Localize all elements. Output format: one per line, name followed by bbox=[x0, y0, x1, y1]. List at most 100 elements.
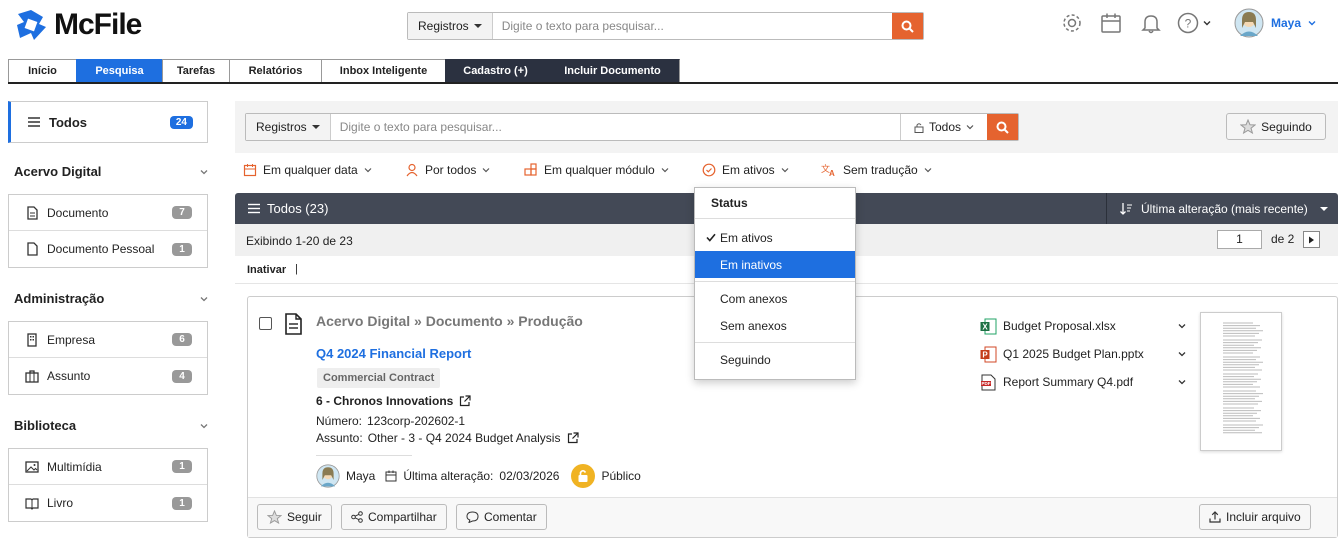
sidebar-item-assunto[interactable]: Assunto 4 bbox=[9, 358, 207, 394]
chevron-down-icon bbox=[200, 169, 208, 174]
add-file-button[interactable]: Incluir arquivo bbox=[1199, 504, 1311, 530]
section-biblioteca[interactable]: Biblioteca bbox=[14, 418, 208, 433]
dropdown-item-em-ativos[interactable]: Em ativos bbox=[695, 224, 855, 251]
filter-user-label: Por todos bbox=[425, 163, 477, 177]
brand-logo[interactable]: McFile bbox=[14, 8, 142, 42]
record-search-scope[interactable]: Registros bbox=[246, 114, 331, 140]
attachment-item[interactable]: P Q1 2025 Budget Plan.pptx bbox=[980, 340, 1186, 368]
filter-user[interactable]: Por todos bbox=[405, 163, 490, 177]
comment-icon bbox=[466, 511, 479, 523]
share-button[interactable]: Compartilhar bbox=[341, 504, 447, 530]
filter-status[interactable]: Em ativos bbox=[702, 163, 789, 177]
comment-label: Comentar bbox=[484, 510, 537, 524]
sidebar-item-livro[interactable]: Livro 1 bbox=[9, 485, 207, 521]
star-icon bbox=[267, 510, 282, 524]
record-company[interactable]: 6 - Chronos Innovations bbox=[316, 394, 471, 408]
modules-icon bbox=[524, 163, 537, 176]
inactivate-button[interactable]: Inativar bbox=[247, 264, 286, 276]
global-search-button[interactable] bbox=[892, 13, 923, 39]
filter-module[interactable]: Em qualquer módulo bbox=[524, 163, 669, 177]
menu-icon bbox=[248, 203, 260, 214]
tab-inbox-inteligente[interactable]: Inbox Inteligente bbox=[321, 59, 445, 83]
chevron-down-icon bbox=[966, 125, 974, 130]
external-link-icon bbox=[460, 395, 471, 407]
dropdown-header: Status bbox=[695, 188, 855, 219]
help-menu[interactable]: ? bbox=[1177, 12, 1211, 34]
dropdown-item-com-anexos[interactable]: Com anexos bbox=[695, 285, 855, 312]
sidebar-item-label: Documento bbox=[47, 205, 109, 220]
dropdown-item-em-inativos[interactable]: Em inativos bbox=[695, 251, 855, 278]
record-search-button[interactable] bbox=[987, 114, 1018, 140]
tab-tarefas[interactable]: Tarefas bbox=[162, 59, 229, 83]
attachment-name: Q1 2025 Budget Plan.pptx bbox=[1003, 347, 1144, 361]
svg-text:PDF: PDF bbox=[982, 381, 991, 386]
tab-inicio[interactable]: Início bbox=[8, 59, 76, 83]
visibility-filter[interactable]: Todos bbox=[899, 114, 987, 140]
following-button[interactable]: Seguindo bbox=[1226, 113, 1326, 140]
document-icon bbox=[285, 313, 302, 335]
help-icon: ? bbox=[1177, 12, 1199, 34]
chevron-down-icon bbox=[1308, 21, 1316, 26]
user-menu[interactable]: Maya bbox=[1234, 8, 1316, 38]
record-subject[interactable]: Assunto: Other - 3 - Q4 2024 Budget Anal… bbox=[316, 431, 580, 445]
chevron-down-icon[interactable] bbox=[1178, 378, 1186, 386]
section-acervo-digital[interactable]: Acervo Digital bbox=[14, 164, 208, 179]
gear-icon[interactable] bbox=[1061, 12, 1083, 34]
sidebar-item-documento-pessoal[interactable]: Documento Pessoal 1 bbox=[9, 231, 207, 267]
nav-divider bbox=[8, 82, 1338, 84]
sidebar-item-label: Todos bbox=[49, 114, 88, 130]
sidebar-item-documento[interactable]: Documento 7 bbox=[9, 195, 207, 231]
filter-date[interactable]: Em qualquer data bbox=[243, 163, 372, 177]
menu-icon bbox=[28, 117, 40, 127]
record-checkbox[interactable] bbox=[259, 317, 272, 330]
comment-button[interactable]: Comentar bbox=[456, 504, 547, 530]
dropdown-item-label: Em inativos bbox=[720, 257, 783, 272]
attachment-item[interactable]: PDF Report Summary Q4.pdf bbox=[980, 368, 1186, 396]
visibility-filter-label: Todos bbox=[928, 120, 961, 134]
page-input[interactable]: 1 bbox=[1217, 230, 1262, 249]
record-number: Número: 123corp-202602-1 bbox=[316, 414, 465, 428]
book-icon bbox=[25, 498, 39, 510]
sidebar-item-todos[interactable]: Todos 24 bbox=[8, 101, 208, 143]
sidebar-item-multimidia[interactable]: Multimídia 1 bbox=[9, 449, 207, 485]
building-icon bbox=[27, 332, 37, 347]
tab-incluir-documento[interactable]: Incluir Documento bbox=[545, 59, 680, 83]
search-icon bbox=[901, 20, 914, 33]
record-search-input[interactable] bbox=[330, 114, 900, 140]
record-number-value: 123corp-202602-1 bbox=[367, 414, 466, 428]
record-company-label: 6 - Chronos Innovations bbox=[316, 394, 454, 408]
user-name: Maya bbox=[1271, 16, 1302, 30]
count-badge: 1 bbox=[172, 242, 192, 256]
dropdown-item-sem-anexos[interactable]: Sem anexos bbox=[695, 312, 855, 339]
brand-name: McFile bbox=[54, 8, 142, 41]
chevron-down-icon bbox=[364, 168, 372, 173]
tab-relatorios[interactable]: Relatórios bbox=[229, 59, 321, 83]
global-search-input[interactable] bbox=[492, 13, 892, 39]
chevron-down-icon[interactable] bbox=[1178, 322, 1186, 330]
attachment-name: Report Summary Q4.pdf bbox=[1003, 375, 1134, 389]
sort-menu[interactable]: Última alteração (mais recente) bbox=[1106, 193, 1338, 224]
sidebar-item-empresa[interactable]: Empresa 6 bbox=[9, 322, 207, 358]
next-page-button[interactable] bbox=[1303, 231, 1320, 248]
follow-button[interactable]: Seguir bbox=[257, 504, 332, 530]
section-acervo-digital-list: Documento 7 Documento Pessoal 1 bbox=[8, 194, 208, 268]
document-icon bbox=[27, 205, 38, 220]
record-title-link[interactable]: Q4 2024 Financial Report bbox=[316, 346, 471, 361]
document-thumbnail[interactable] bbox=[1200, 312, 1282, 451]
external-link-icon bbox=[568, 432, 580, 444]
attachments-list: X Budget Proposal.xlsx P Q1 2025 Budget … bbox=[980, 312, 1186, 396]
section-administracao[interactable]: Administração bbox=[14, 291, 208, 306]
record-subject-label: Assunto: bbox=[316, 431, 363, 445]
add-file-label: Incluir arquivo bbox=[1226, 510, 1301, 524]
filter-translation[interactable]: 文A Sem tradução bbox=[821, 163, 932, 177]
bell-icon[interactable] bbox=[1140, 12, 1162, 34]
count-badge: 1 bbox=[172, 496, 192, 510]
chevron-down-icon[interactable] bbox=[1178, 350, 1186, 358]
tab-cadastro[interactable]: Cadastro (+) bbox=[445, 59, 545, 83]
calendar-icon[interactable] bbox=[1100, 12, 1122, 34]
attachment-item[interactable]: X Budget Proposal.xlsx bbox=[980, 312, 1186, 340]
tab-pesquisa[interactable]: Pesquisa bbox=[76, 59, 162, 83]
global-search-scope[interactable]: Registros bbox=[408, 13, 493, 39]
pdf-file-icon: PDF bbox=[981, 374, 996, 390]
dropdown-item-seguindo[interactable]: Seguindo bbox=[695, 346, 855, 373]
